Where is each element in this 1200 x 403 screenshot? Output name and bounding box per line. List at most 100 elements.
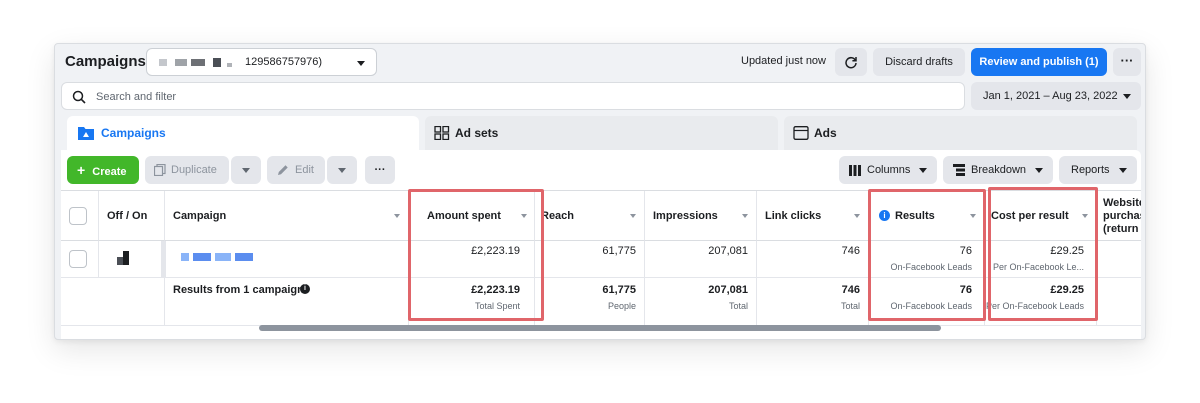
chevron-down-icon	[919, 168, 927, 173]
more-options-button[interactable]: ···	[1113, 48, 1141, 76]
duplicate-button[interactable]: Duplicate	[145, 156, 229, 184]
results-cell: 76 On-Facebook Leads	[869, 241, 985, 277]
create-label: Create	[92, 166, 127, 178]
summary-row: Results from 1 campaign i £2,223.19 Tota…	[61, 278, 1141, 326]
select-all-header	[61, 191, 99, 241]
grid-icon	[434, 126, 450, 140]
redacted-account-name	[191, 59, 205, 66]
page-title: Campaigns	[65, 53, 146, 70]
ad-card-icon	[793, 126, 809, 140]
chevron-down-icon	[242, 168, 250, 173]
redacted-campaign-name[interactable]	[181, 253, 253, 261]
summary-amount-spent-cell: £2,223.19 Total Spent	[409, 278, 535, 325]
info-icon: i	[879, 210, 890, 221]
redacted-account-name	[159, 59, 167, 66]
redacted-account-name	[175, 59, 187, 66]
columns-label: Columns	[867, 164, 911, 176]
refresh-button[interactable]	[835, 48, 867, 76]
header-text-line: (return o	[1103, 223, 1141, 235]
discard-drafts-button[interactable]: Discard drafts	[873, 48, 965, 76]
reports-label: Reports	[1071, 164, 1110, 176]
updated-status: Updated just now	[741, 55, 826, 67]
duplicate-dropdown-button[interactable]	[231, 156, 261, 184]
reports-button[interactable]: Reports	[1059, 156, 1137, 184]
search-icon	[72, 90, 86, 104]
account-selector[interactable]: 129586757976)	[146, 48, 377, 76]
tab-ads[interactable]: Ads	[784, 116, 1137, 150]
table-row[interactable]: £2,223.19 61,775 207,081 746 76 On-Faceb…	[61, 241, 1141, 278]
chevron-down-icon	[1123, 94, 1131, 99]
summary-link-clicks-cell: 746 Total	[757, 278, 869, 325]
date-range-text: Jan 1, 2021 – Aug 23, 2022	[983, 90, 1118, 102]
summary-label-cell: Results from 1 campaign i	[165, 278, 409, 325]
column-header-amount-spent[interactable]: Amount spent	[409, 191, 535, 241]
edit-label: Edit	[295, 164, 314, 176]
columns-button[interactable]: Columns	[839, 156, 937, 184]
amount-spent-cell: £2,223.19	[409, 241, 535, 277]
chevron-down-icon	[1119, 168, 1127, 173]
folder-icon	[78, 127, 94, 140]
chevron-down-icon	[357, 61, 365, 66]
ads-manager-window: Campaigns 129586757976) Updated just now…	[54, 43, 1146, 340]
column-header-cost-per-result[interactable]: Cost per result	[985, 191, 1097, 241]
horizontal-scrollbar[interactable]	[259, 325, 941, 331]
column-header-website-purchases[interactable]: Website purchase (return o	[1097, 191, 1141, 241]
breakdown-button[interactable]: Breakdown	[943, 156, 1053, 184]
tab-ad-sets[interactable]: Ad sets	[425, 116, 778, 150]
redacted-toggle[interactable]	[117, 251, 129, 265]
duplicate-icon	[154, 164, 166, 176]
more-actions-button[interactable]: ···	[365, 156, 395, 184]
tab-campaigns[interactable]: Campaigns	[67, 116, 419, 150]
reach-cell: 61,775	[535, 241, 645, 277]
summary-reach-cell: 61,775 People	[535, 278, 645, 325]
review-and-publish-button[interactable]: Review and publish (1)	[971, 48, 1107, 76]
tab-label: Ads	[814, 126, 837, 140]
summary-website-purchases-cell	[1097, 278, 1141, 325]
column-header-off-on[interactable]: Off / On	[99, 191, 165, 241]
sort-caret-icon	[521, 214, 527, 218]
chevron-down-icon	[1035, 168, 1043, 173]
breakdown-label: Breakdown	[971, 164, 1027, 176]
create-button[interactable]: + Create	[67, 156, 139, 184]
row-checkbox[interactable]	[69, 250, 87, 268]
summary-cost-per-result-cell: £29.25 Per On-Facebook Leads	[985, 278, 1097, 325]
campaigns-panel: + Create Duplicate Edit ··· Columns Brea…	[61, 150, 1141, 339]
column-header-results[interactable]: i Results	[869, 191, 985, 241]
chevron-down-icon	[338, 168, 346, 173]
pencil-icon	[278, 165, 288, 175]
search-input[interactable]	[96, 87, 946, 107]
columns-icon	[849, 165, 861, 176]
date-range-picker[interactable]: Jan 1, 2021 – Aug 23, 2022	[971, 82, 1141, 110]
scroll-handle[interactable]	[161, 241, 166, 278]
tab-label: Ad sets	[455, 126, 499, 140]
column-header-reach[interactable]: Reach	[535, 191, 645, 241]
sort-caret-icon	[970, 214, 976, 218]
header-text-line: purchase	[1103, 210, 1141, 222]
sort-caret-icon	[630, 214, 636, 218]
tab-label: Campaigns	[101, 126, 166, 140]
plus-icon: +	[77, 162, 86, 178]
row-select-cell	[61, 241, 99, 277]
campaign-name-cell	[161, 241, 409, 278]
column-header-link-clicks[interactable]: Link clicks	[757, 191, 869, 241]
select-all-checkbox[interactable]	[69, 207, 87, 225]
summary-impressions-cell: 207,081 Total	[645, 278, 757, 325]
link-clicks-cell: 746	[757, 241, 869, 277]
search-bar	[61, 82, 965, 110]
header-text-line: Website	[1103, 197, 1141, 209]
edit-dropdown-button[interactable]	[327, 156, 357, 184]
column-header-campaign[interactable]: Campaign	[165, 191, 409, 241]
column-header-impressions[interactable]: Impressions	[645, 191, 757, 241]
sort-caret-icon	[1082, 214, 1088, 218]
summary-results-cell: 76 On-Facebook Leads	[869, 278, 985, 325]
cost-per-result-cell: £29.25 Per On-Facebook Le...	[985, 241, 1097, 277]
off-on-cell	[99, 241, 165, 277]
breakdown-icon	[953, 164, 965, 176]
info-icon[interactable]: i	[300, 284, 310, 294]
campaigns-table: Off / On Campaign Amount spent Reach Imp…	[61, 190, 1141, 330]
redacted-account-name	[213, 58, 221, 67]
impressions-cell: 207,081	[645, 241, 757, 277]
edit-button[interactable]: Edit	[267, 156, 325, 184]
sort-caret-icon	[742, 214, 748, 218]
top-bar: Campaigns 129586757976) Updated just now…	[55, 44, 1145, 80]
